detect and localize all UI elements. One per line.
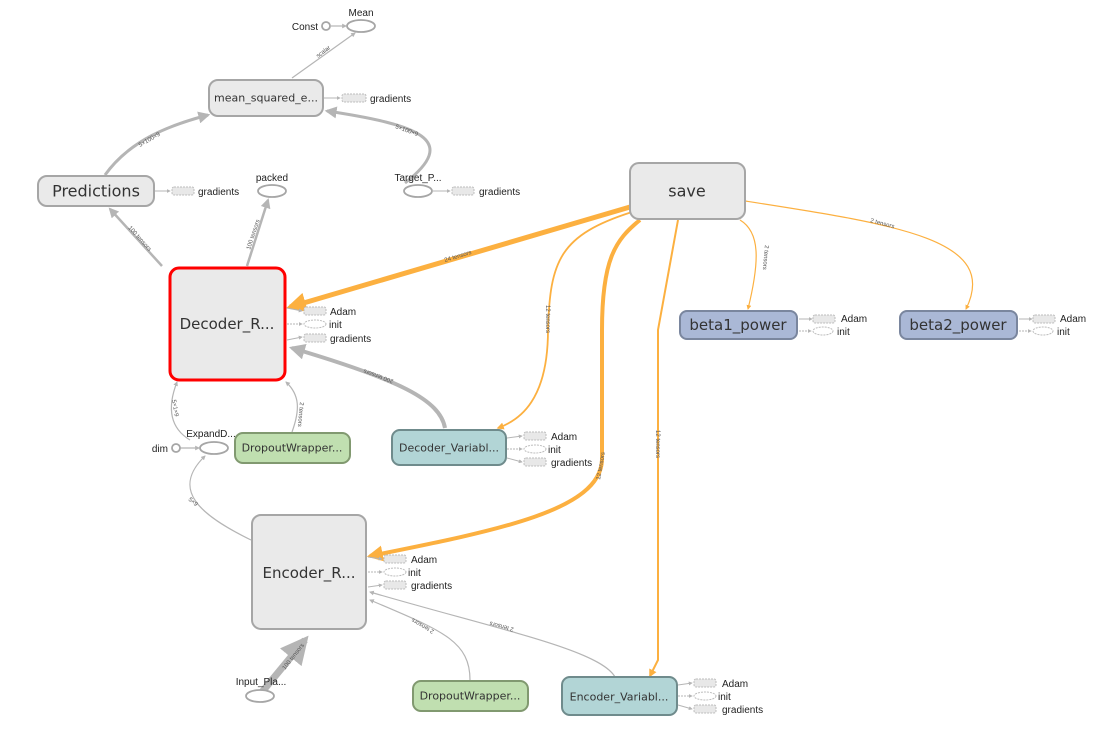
mse-node[interactable]: mean_squared_e... bbox=[208, 79, 324, 117]
node-label: Decoder_R... bbox=[180, 315, 275, 334]
edge-save-beta2[interactable] bbox=[744, 200, 973, 310]
node-label: packed bbox=[256, 173, 288, 184]
node-label: Const bbox=[292, 22, 318, 33]
aux-label: init bbox=[408, 568, 421, 579]
edge-label: 12 tensors bbox=[544, 305, 550, 333]
node-label: beta1_power bbox=[689, 316, 787, 335]
const-node[interactable]: Const bbox=[292, 21, 331, 33]
aux-label: gradients bbox=[198, 187, 239, 198]
aux-label: init bbox=[837, 327, 850, 338]
edge-pred-mse[interactable] bbox=[103, 111, 211, 176]
node-label: beta2_power bbox=[909, 316, 1007, 335]
node-label: Encoder_R... bbox=[262, 564, 355, 583]
edge-label: 5×100×9 bbox=[394, 124, 419, 138]
node-label: DropoutWrapper... bbox=[420, 690, 521, 703]
aux-label: Adam bbox=[411, 555, 437, 566]
node-label: Mean bbox=[348, 8, 373, 19]
aux-label: init bbox=[1057, 327, 1070, 338]
aux-label: init bbox=[329, 320, 342, 331]
node-label: mean_squared_e... bbox=[214, 92, 318, 105]
edge-label: 2 tensors bbox=[489, 619, 514, 631]
edge-decvar-dec[interactable] bbox=[288, 343, 447, 429]
node-label: Decoder_Variabl... bbox=[399, 442, 499, 455]
beta1-power-node[interactable]: beta1_power bbox=[679, 310, 798, 340]
encoder-r-aux[interactable]: Adam init gradients bbox=[367, 554, 452, 592]
node-label: ExpandD... bbox=[186, 429, 235, 440]
dropout-wrapper-top-node[interactable]: DropoutWrapper... bbox=[234, 432, 351, 464]
edge-label: scalar bbox=[316, 45, 332, 59]
aux-label: gradients bbox=[370, 94, 411, 105]
edge-save-decvar[interactable] bbox=[496, 211, 633, 430]
expand-dims-node[interactable]: ExpandD... bbox=[186, 429, 236, 455]
target-gradients-stub[interactable]: gradients bbox=[432, 186, 520, 198]
node-label: Target_P... bbox=[394, 173, 441, 184]
edge-save-beta1[interactable] bbox=[739, 219, 757, 310]
aux-label: gradients bbox=[551, 458, 592, 469]
aux-label: init bbox=[548, 445, 561, 456]
edge-enc-expand[interactable] bbox=[189, 455, 252, 541]
aux-label: gradients bbox=[479, 187, 520, 198]
edge-label: 2 tensors bbox=[869, 218, 894, 230]
node-label: Encoder_Variabl... bbox=[570, 691, 669, 704]
dim-node[interactable]: dim bbox=[152, 443, 181, 455]
edge-label: 12 tensors bbox=[596, 452, 607, 481]
aux-label: init bbox=[718, 692, 731, 703]
node-label: DropoutWrapper... bbox=[242, 442, 343, 455]
encoder-variables-aux[interactable]: Adam init gradients bbox=[677, 678, 763, 716]
aux-label: gradients bbox=[411, 581, 452, 592]
edge-label: 12 tensors bbox=[654, 430, 660, 458]
input-placeholder-node[interactable]: Input_Pla... bbox=[236, 677, 287, 703]
decoder-r-node[interactable]: Decoder_R... bbox=[168, 266, 287, 382]
encoder-r-node[interactable]: Encoder_R... bbox=[251, 514, 367, 630]
beta2-power-node[interactable]: beta2_power bbox=[899, 310, 1018, 340]
packed-node[interactable]: packed bbox=[256, 173, 288, 198]
decoder-variables-node[interactable]: Decoder_Variabl... bbox=[391, 429, 507, 466]
target-node[interactable]: Target_P... bbox=[394, 173, 442, 198]
mse-gradients-stub[interactable]: gradients bbox=[324, 93, 411, 105]
graph-canvas[interactable]: scalar 5×100×9 5×100×9 100 tensors 100 t… bbox=[0, 0, 1096, 732]
aux-label: Adam bbox=[722, 679, 748, 690]
edge-drop-enc[interactable] bbox=[369, 599, 471, 681]
dropout-wrapper-bottom-node[interactable]: DropoutWrapper... bbox=[412, 680, 529, 712]
edge-label: 100 tensors bbox=[282, 643, 306, 671]
encoder-variables-node[interactable]: Encoder_Variabl... bbox=[561, 676, 678, 716]
edge-drop-dec[interactable] bbox=[285, 381, 298, 433]
edge-label: 24 tensors bbox=[444, 250, 473, 264]
node-label: Input_Pla... bbox=[236, 677, 287, 688]
edge-label: 5×9 bbox=[187, 497, 199, 509]
save-node[interactable]: save bbox=[629, 162, 746, 220]
decoder-variables-aux[interactable]: Adam init gradients bbox=[506, 431, 592, 469]
aux-label: Adam bbox=[1060, 314, 1086, 325]
predictions-node[interactable]: Predictions bbox=[37, 175, 155, 207]
aux-label: Adam bbox=[551, 432, 577, 443]
beta1-aux[interactable]: Adam init bbox=[799, 314, 867, 338]
edge-label: 2 tensors bbox=[761, 245, 769, 270]
aux-label: gradients bbox=[722, 705, 763, 716]
aux-label: Adam bbox=[330, 307, 356, 318]
aux-label: gradients bbox=[330, 334, 371, 345]
edge-label: 2 tensors bbox=[411, 616, 435, 634]
edge-label: 200 tensors bbox=[363, 367, 395, 383]
decoder-r-aux[interactable]: Adam init gradients bbox=[286, 306, 371, 345]
node-label: dim bbox=[152, 444, 168, 455]
aux-label: Adam bbox=[841, 314, 867, 325]
predictions-gradients-stub[interactable]: gradients bbox=[155, 186, 239, 198]
node-label: Predictions bbox=[52, 182, 140, 201]
mean-node[interactable]: Mean bbox=[346, 8, 376, 33]
edge-label: 100 tensors bbox=[127, 225, 152, 252]
beta2-aux[interactable]: Adam init bbox=[1019, 314, 1086, 338]
edge-encvar-enc[interactable] bbox=[369, 590, 616, 678]
node-label: save bbox=[668, 182, 705, 201]
